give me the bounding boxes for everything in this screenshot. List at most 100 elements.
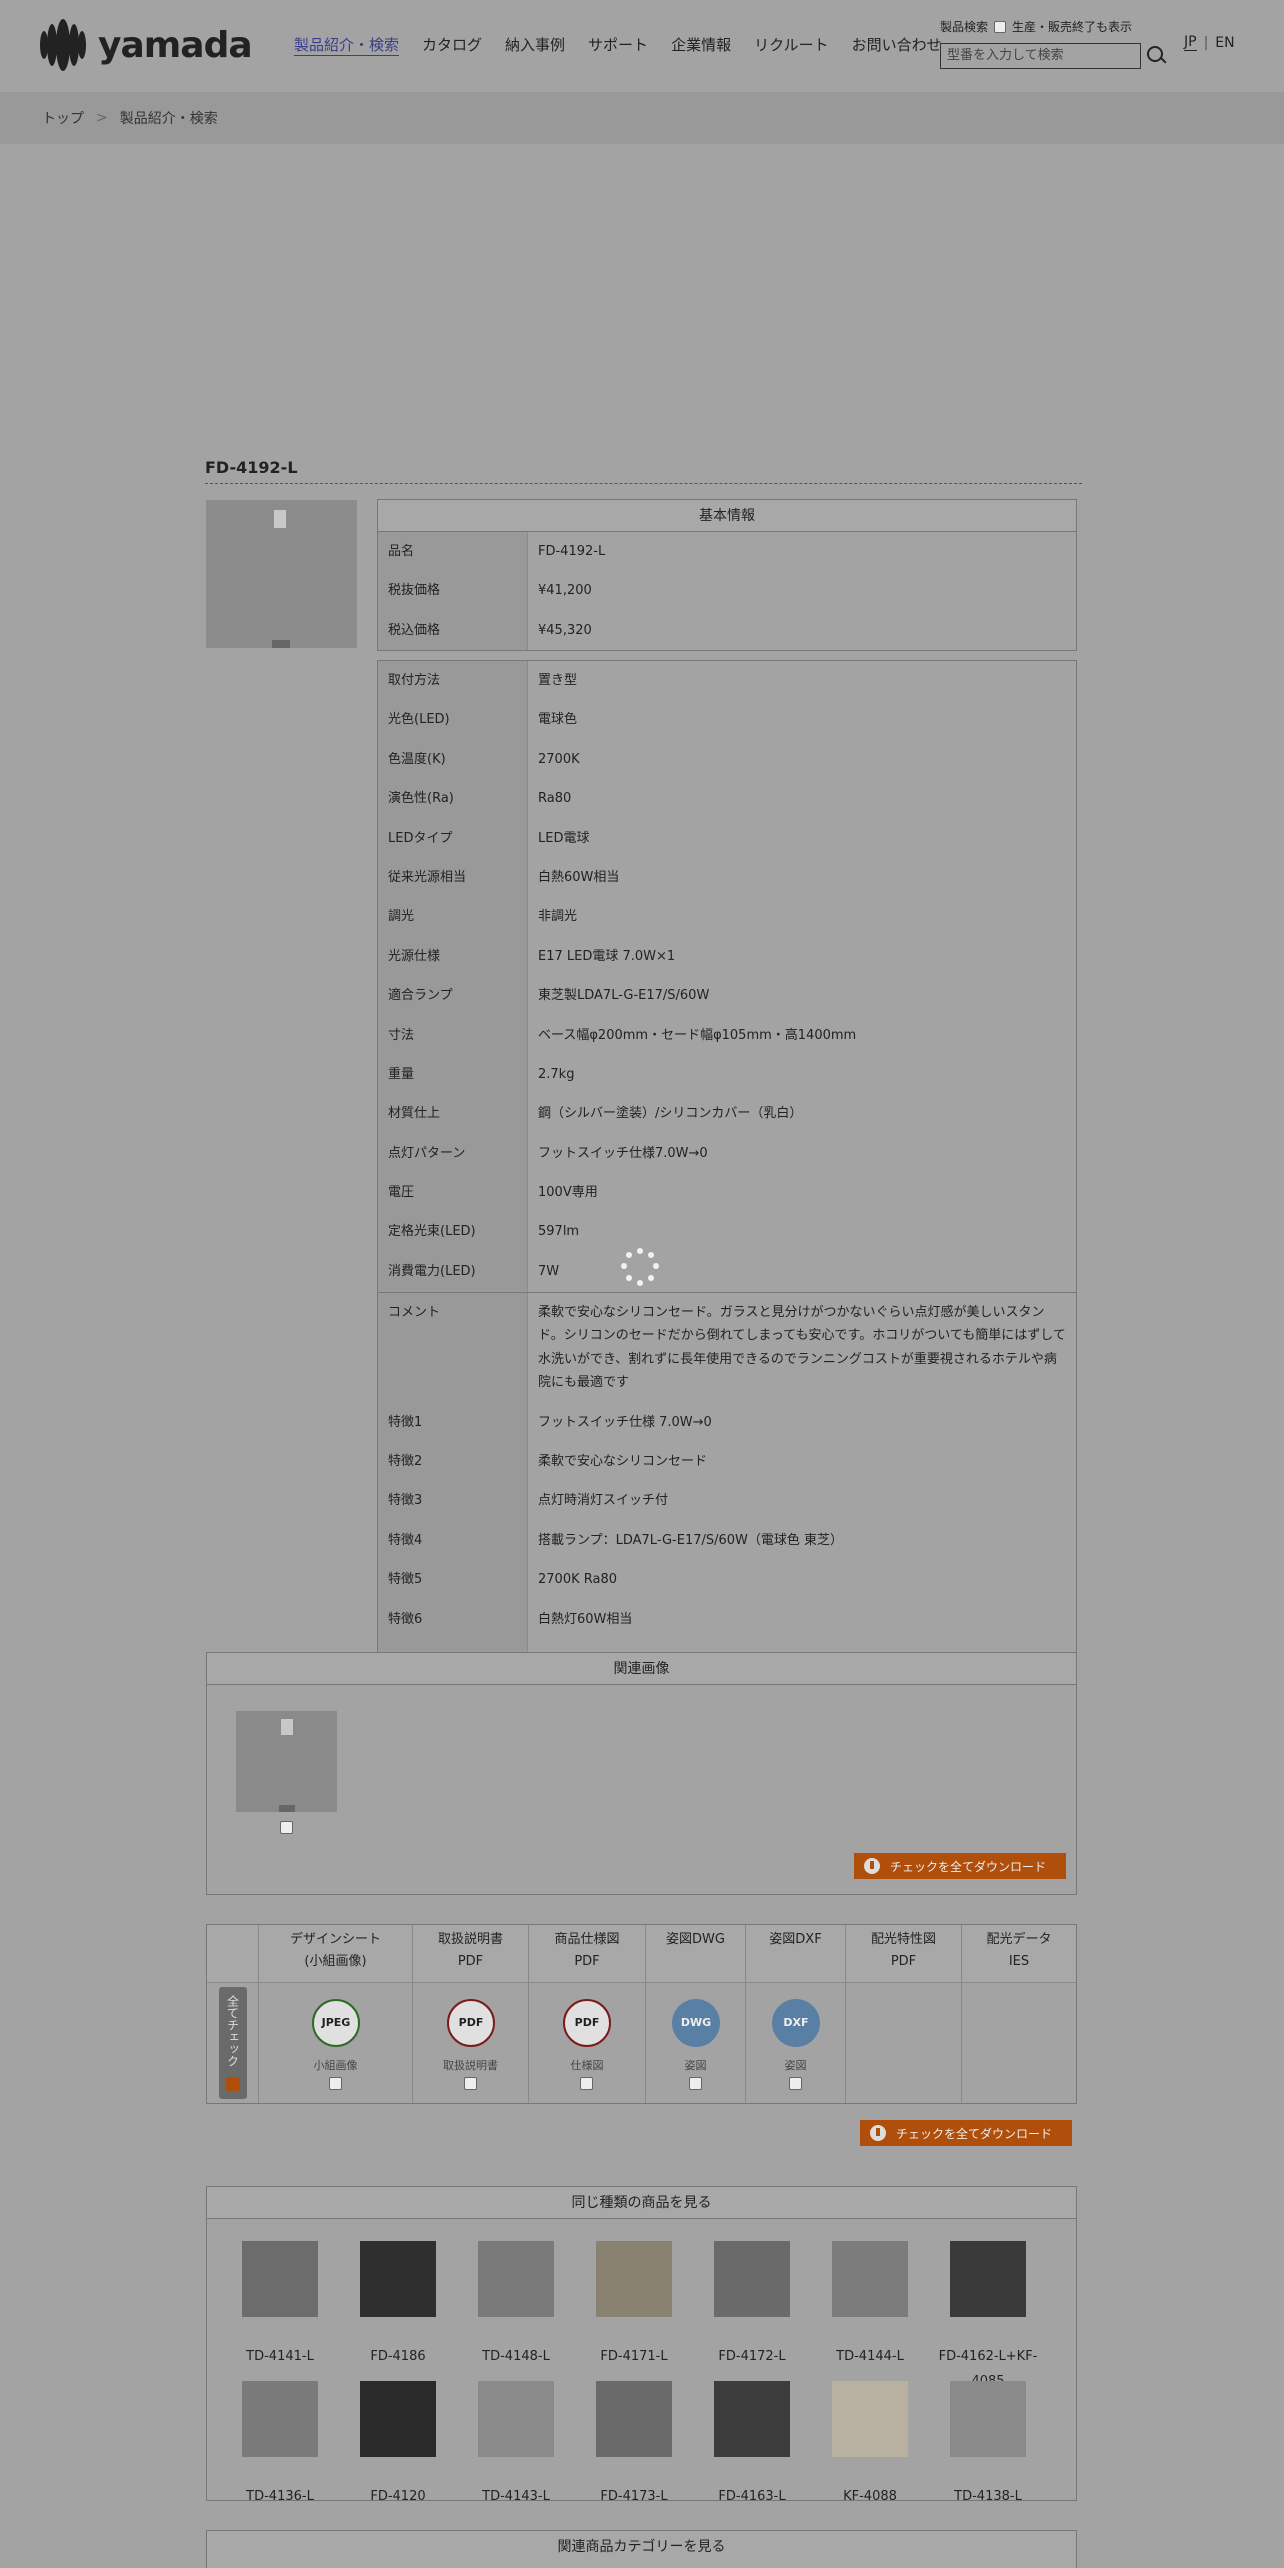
lang-en[interactable]: EN	[1215, 35, 1234, 51]
product-name[interactable]: TD-4141-L	[225, 2345, 335, 2370]
file-checkbox[interactable]	[789, 2077, 802, 2090]
row-key: 適合ランプ	[378, 976, 528, 1016]
related-image-thumb[interactable]	[236, 1711, 337, 1812]
product-card[interactable]: KF-4088	[815, 2381, 925, 2500]
related-images-panel: 関連画像 チェックを全てダウンロード	[206, 1652, 1077, 1895]
product-name[interactable]: TD-4148-L	[461, 2345, 571, 2370]
product-image[interactable]	[206, 500, 357, 648]
row-key: 特徴3	[378, 1481, 528, 1521]
page: yamada 製品紹介・検索 カタログ 納入事例 サポート 企業情報 リクルート…	[0, 0, 1284, 2568]
product-card[interactable]: FD-4172-L	[697, 2241, 807, 2370]
file-checkbox[interactable]	[689, 2077, 702, 2090]
row-value: 白熱60W相当	[538, 869, 620, 885]
product-card[interactable]: FD-4163-L	[697, 2381, 807, 2500]
download-icon	[870, 2125, 886, 2141]
table-row: LEDタイプ LED電球	[378, 818, 1076, 858]
product-card[interactable]: FD-4171-L	[579, 2241, 689, 2370]
product-card[interactable]: TD-4141-L	[225, 2241, 335, 2370]
all-check-button[interactable]: 全てチェック	[219, 1987, 247, 2099]
table-row: 光色(LED) 電球色	[378, 700, 1076, 740]
product-thumbnail[interactable]	[832, 2381, 908, 2457]
file-checkbox[interactable]	[580, 2077, 593, 2090]
table-row: 適合ランプ 東芝製LDA7L-G-E17/S/60W	[378, 976, 1076, 1016]
breadcrumb-current: 製品紹介・検索	[119, 111, 218, 127]
row-key: LEDタイプ	[378, 818, 528, 858]
row-value: フットスイッチ仕様7.0W→0	[538, 1145, 708, 1161]
product-thumbnail[interactable]	[950, 2381, 1026, 2457]
breadcrumb-top[interactable]: トップ	[42, 108, 84, 128]
row-key: 従来光源相当	[378, 857, 528, 898]
product-thumbnail[interactable]	[242, 2381, 318, 2457]
product-name[interactable]: FD-4186	[343, 2345, 453, 2370]
product-thumbnail[interactable]	[242, 2241, 318, 2317]
nav-recruit[interactable]: リクルート	[754, 34, 829, 56]
row-key: 寸法	[378, 1015, 528, 1055]
col-dwg: 姿図DWG DWG 姿図	[646, 1925, 746, 2103]
product-card[interactable]: FD-4120	[343, 2381, 453, 2500]
product-card[interactable]: TD-4138-L	[933, 2381, 1043, 2500]
product-name[interactable]: TD-4136-L	[225, 2485, 335, 2500]
spec-table: 取付方法 置き型 光色(LED) 電球色 色温度(K) 2700K 演色性(Ra) Ra80 L…	[377, 660, 1077, 1395]
product-thumbnail[interactable]	[360, 2381, 436, 2457]
col-subheading: (小組画像)	[304, 1954, 367, 1970]
product-card[interactable]: TD-4143-L	[461, 2381, 571, 2500]
dwg-file-icon[interactable]: DWG	[672, 1999, 720, 2047]
product-name[interactable]: KF-4088	[815, 2485, 925, 2500]
pdf-file-icon[interactable]: PDF	[563, 1999, 611, 2047]
dxf-file-icon[interactable]: DXF	[772, 1999, 820, 2047]
related-image-checkbox[interactable]	[280, 1821, 293, 1834]
product-thumbnail[interactable]	[714, 2241, 790, 2317]
product-thumbnail[interactable]	[596, 2241, 672, 2317]
product-name[interactable]: FD-4172-L	[697, 2345, 807, 2370]
product-thumbnail[interactable]	[478, 2241, 554, 2317]
file-checkbox[interactable]	[329, 2077, 342, 2090]
nav-support[interactable]: サポート	[588, 34, 648, 56]
brand-logo[interactable]: yamada	[40, 18, 253, 72]
row-key: 光色(LED)	[378, 700, 528, 740]
col-heading: 取扱説明書	[437, 1932, 503, 1947]
product-name[interactable]: FD-4173-L	[579, 2485, 689, 2500]
nav-catalog[interactable]: カタログ	[422, 34, 482, 56]
download-checked-button[interactable]: チェックを全てダウンロード	[854, 1853, 1066, 1879]
download-checked-files-button[interactable]: チェックを全てダウンロード	[860, 2120, 1072, 2146]
product-name[interactable]: TD-4138-L	[933, 2485, 1043, 2500]
search-icon[interactable]	[1145, 44, 1169, 68]
product-name[interactable]: FD-4163-L	[697, 2485, 807, 2500]
lang-jp[interactable]: JP	[1184, 34, 1197, 51]
product-thumbnail[interactable]	[714, 2381, 790, 2457]
product-thumbnail[interactable]	[596, 2381, 672, 2457]
discontinued-checkbox[interactable]	[994, 20, 1007, 33]
product-name[interactable]: FD-4171-L	[579, 2345, 689, 2370]
nav-contact[interactable]: お問い合わせ	[852, 34, 942, 56]
file-checkbox[interactable]	[464, 2077, 477, 2090]
product-thumbnail[interactable]	[950, 2241, 1026, 2317]
product-card[interactable]: TD-4136-L	[225, 2381, 335, 2500]
search-input[interactable]: 型番を入力して検索	[940, 43, 1141, 69]
product-card[interactable]: TD-4144-L	[815, 2241, 925, 2370]
product-thumbnail[interactable]	[478, 2381, 554, 2457]
download-table: 全てチェック デザインシート (小組画像) JPEG 小組画像 取扱説明書 PDF …	[206, 1924, 1077, 2104]
row-value: 2.7kg	[538, 1066, 575, 1082]
product-card[interactable]: TD-4148-L	[461, 2241, 571, 2370]
jpeg-file-icon[interactable]: JPEG	[312, 1999, 360, 2047]
product-card[interactable]: FD-4186	[343, 2241, 453, 2370]
nav-products[interactable]: 製品紹介・検索	[294, 34, 400, 56]
product-thumbnail[interactable]	[832, 2241, 908, 2317]
row-value: Ra80	[538, 791, 572, 807]
row-value: E17 LED電球 7.0W×1	[538, 948, 676, 964]
product-card[interactable]: FD-4173-L	[579, 2381, 689, 2500]
product-name[interactable]: TD-4144-L	[815, 2345, 925, 2370]
product-name[interactable]: FD-4120	[343, 2485, 453, 2500]
col-manual: 取扱説明書 PDF PDF 取扱説明書	[413, 1925, 529, 2103]
product-card[interactable]: FD-4162-L+KF-4085	[933, 2241, 1043, 2394]
nav-company[interactable]: 企業情報	[671, 34, 731, 56]
table-row: 特徴6 白熱灯60W相当	[378, 1599, 1076, 1639]
row-key: 電圧	[378, 1173, 528, 1213]
row-value: ベース幅φ200mm・セード幅φ105mm・高1400mm	[538, 1027, 857, 1043]
table-row: 点灯パターン フットスイッチ仕様7.0W→0	[378, 1133, 1076, 1174]
table-row: 取付方法 置き型	[378, 661, 1076, 701]
product-thumbnail[interactable]	[360, 2241, 436, 2317]
product-name[interactable]: TD-4143-L	[461, 2485, 571, 2500]
pdf-file-icon[interactable]: PDF	[447, 1999, 495, 2047]
nav-cases[interactable]: 納入事例	[505, 34, 565, 56]
